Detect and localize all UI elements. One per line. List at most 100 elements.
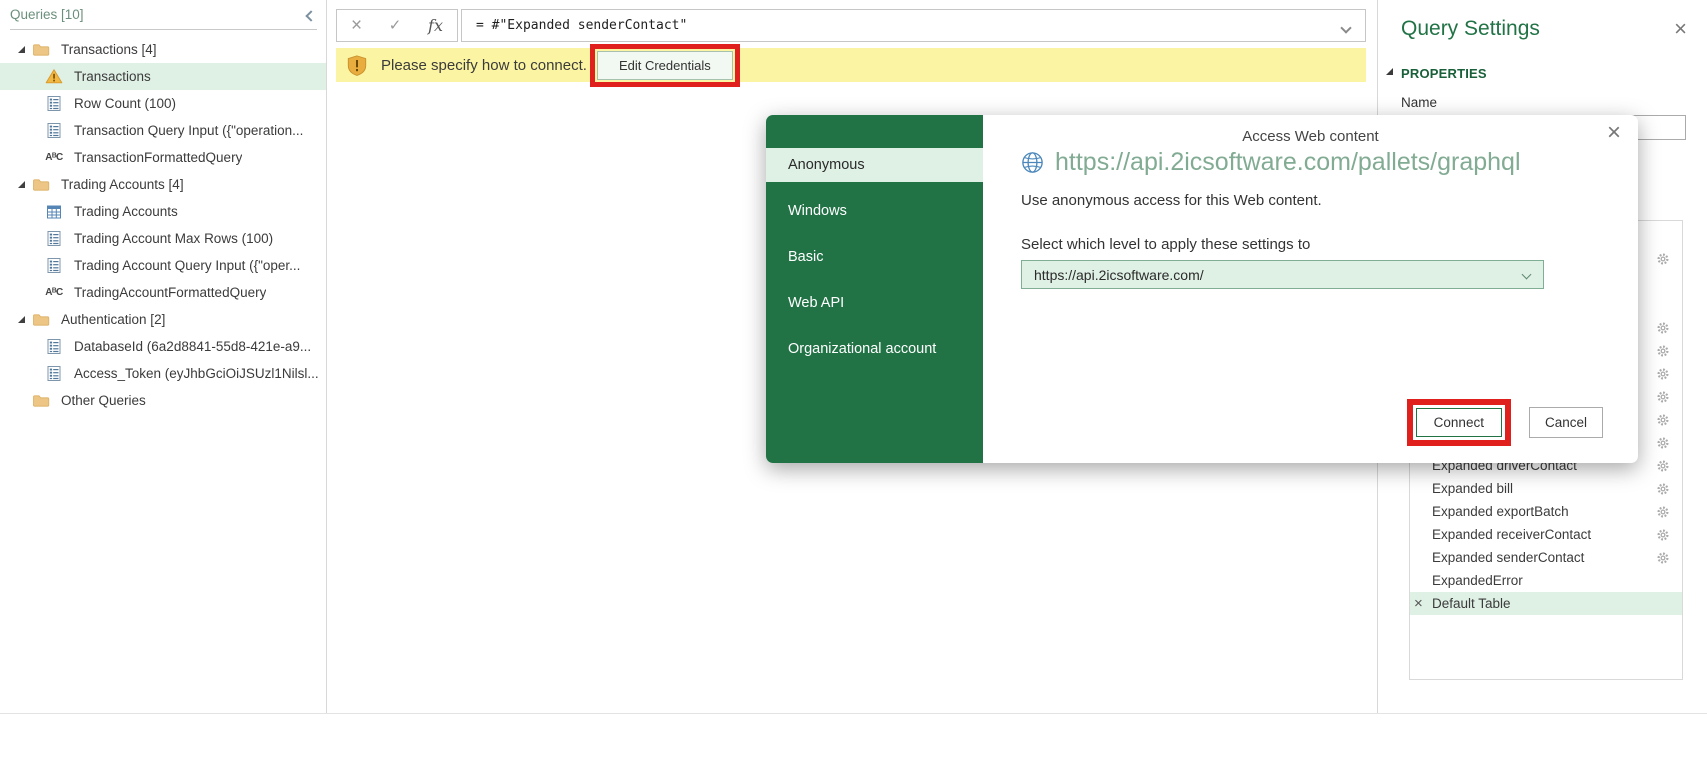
query-tree-item[interactable]: TransactionFormattedQuery [0,144,326,171]
queries-header-label: Queries [10] [10,7,84,22]
query-name: TradingAccountFormattedQuery [74,285,266,300]
globe-icon [1021,151,1044,174]
applied-step[interactable]: Expanded exportBatch [1410,500,1682,523]
queries-pane-header: Queries [10] [10,7,317,30]
gear-icon[interactable] [1656,252,1670,266]
query-name: TransactionFormattedQuery [74,150,242,165]
query-name: DatabaseId (6a2d8841-55d8-421e-a9... [74,339,311,354]
main-pane: × ✓ fx = #"Expanded senderContact" Pleas… [328,0,1377,713]
query-name: Access_Token (eyJhbGciOiJSUzl1Nilsl... [74,366,319,381]
query-name: Other Queries [61,393,146,408]
expand-arrow-icon[interactable] [18,181,32,188]
gear-icon[interactable] [1656,505,1670,519]
list-query-icon [45,257,63,275]
query-tree-item[interactable]: Row Count (100) [0,90,326,117]
edit-credentials-button[interactable]: Edit Credentials [597,51,733,80]
query-name: Transactions [4] [61,42,157,57]
folder-icon [32,41,50,59]
list-query-icon [45,95,63,113]
step-name: Expanded bill [1432,481,1656,496]
expand-formula-icon[interactable] [1342,21,1350,36]
folder-icon [32,392,50,410]
step-name: Expanded exportBatch [1432,504,1656,519]
query-tree-item[interactable]: Transactions [4] [0,36,326,63]
warning-message: Please specify how to connect. [381,57,587,74]
applied-step[interactable]: Expanded bill [1410,477,1682,500]
list-query-icon [45,338,63,356]
confirm-formula-icon[interactable]: ✓ [389,18,402,33]
delete-step-icon[interactable] [1414,596,1432,611]
abc-text-icon [45,284,63,302]
query-tree-item[interactable]: Trading Account Query Input ({"oper... [0,252,326,279]
anonymous-access-description: Use anonymous access for this Web conten… [1021,192,1638,209]
query-name: Trading Accounts [4] [61,177,184,192]
expand-arrow-icon[interactable] [18,316,32,323]
access-web-content-dialog: Anonymous Windows Basic Web API Organiza… [766,115,1638,463]
connect-highlight: Connect [1407,399,1511,446]
gear-icon[interactable] [1656,551,1670,565]
properties-section-header[interactable]: PROPERTIES [1401,65,1707,83]
dropdown-chevron-icon [1522,270,1532,280]
applied-step[interactable]: Expanded receiverContact [1410,523,1682,546]
query-tree-item[interactable]: Transactions [0,63,326,90]
query-name: Authentication [2] [61,312,165,327]
auth-method-tab[interactable]: Windows [766,194,983,228]
query-tree-item[interactable]: Access_Token (eyJhbGciOiJSUzl1Nilsl... [0,360,326,387]
section-collapse-icon [1386,68,1393,75]
query-tree: Transactions [4] Transactions [0,36,326,414]
applied-step[interactable]: ExpandedError [1410,569,1682,592]
dialog-content: https://api.2icsoftware.com/pallets/grap… [983,115,1638,463]
query-name: Transactions [74,69,151,84]
query-tree-item[interactable]: Trading Accounts [4] [0,171,326,198]
auth-method-tab[interactable]: Web API [766,286,983,320]
list-query-icon [45,122,63,140]
gear-icon[interactable] [1656,413,1670,427]
gear-icon[interactable] [1656,482,1670,496]
level-select-label: Select which level to apply these settin… [1021,236,1638,253]
connect-button[interactable]: Connect [1416,408,1502,437]
gear-icon[interactable] [1656,344,1670,358]
queries-pane: Queries [10] Transactions [4] [0,0,327,713]
gear-icon[interactable] [1656,528,1670,542]
query-tree-item[interactable]: Authentication [2] [0,306,326,333]
applied-step[interactable]: Expanded senderContact [1410,546,1682,569]
query-settings-close-icon[interactable]: × [1674,18,1687,40]
query-tree-item[interactable]: Transaction Query Input ({"operation... [0,117,326,144]
cancel-formula-icon[interactable]: × [351,16,362,35]
step-name: Default Table [1432,596,1677,611]
gear-icon[interactable] [1656,390,1670,404]
window-bottom-border [0,713,1707,714]
auth-method-tab[interactable]: Basic [766,240,983,274]
auth-method-tab[interactable]: Anonymous [766,148,983,182]
fx-icon[interactable]: fx [428,16,443,35]
query-name: Transaction Query Input ({"operation... [74,123,303,138]
list-query-icon [45,365,63,383]
auth-method-tab[interactable]: Organizational account [766,332,983,366]
query-tree-item[interactable]: DatabaseId (6a2d8841-55d8-421e-a9... [0,333,326,360]
gear-icon[interactable] [1656,459,1670,473]
collapse-pane-icon[interactable] [307,8,315,23]
query-tree-item[interactable]: Trading Account Max Rows (100) [0,225,326,252]
target-url: https://api.2icsoftware.com/pallets/grap… [1055,148,1521,177]
warning-shield-icon [346,54,368,77]
dialog-buttons: Connect Cancel [1407,399,1603,446]
formula-bar-controls: × ✓ fx [336,9,458,42]
gear-icon[interactable] [1656,436,1670,450]
query-name: Trading Account Max Rows (100) [74,231,273,246]
formula-input[interactable]: = #"Expanded senderContact" [461,9,1366,42]
query-tree-item[interactable]: Other Queries [0,387,326,414]
query-name: Trading Account Query Input ({"oper... [74,258,300,273]
name-label: Name [1401,95,1707,110]
cancel-button[interactable]: Cancel [1529,407,1603,438]
gear-icon[interactable] [1656,367,1670,381]
query-tree-item[interactable]: TradingAccountFormattedQuery [0,279,326,306]
table-icon [45,203,63,221]
query-tree-item[interactable]: Trading Accounts [0,198,326,225]
list-query-icon [45,230,63,248]
step-name: Expanded senderContact [1432,550,1656,565]
query-name: Trading Accounts [74,204,178,219]
expand-arrow-icon[interactable] [18,46,32,53]
gear-icon[interactable] [1656,321,1670,335]
applied-step[interactable]: Default Table [1410,592,1682,615]
level-select-dropdown[interactable]: https://api.2icsoftware.com/ [1021,260,1544,289]
